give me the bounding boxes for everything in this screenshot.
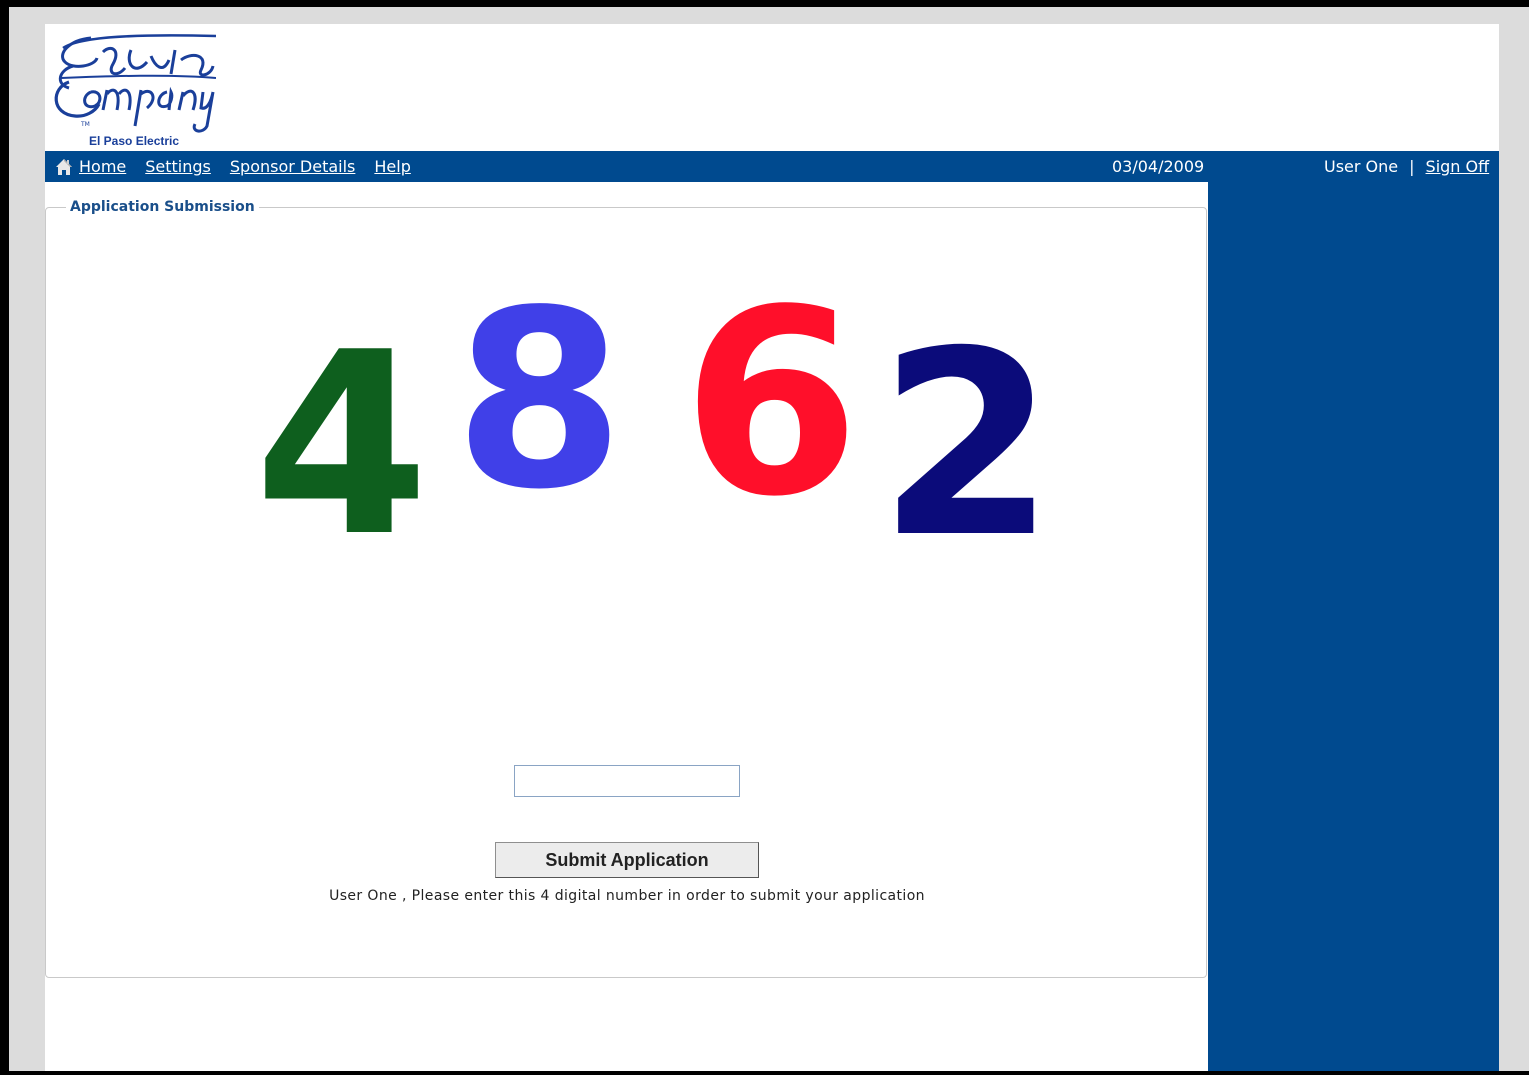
electric-company-logo[interactable]: TM El Paso Electric xyxy=(51,30,216,148)
window-frame-left xyxy=(0,0,9,1075)
page-gutter-right xyxy=(1499,7,1529,1071)
user-separator: | xyxy=(1409,157,1415,176)
right-sidebar xyxy=(1208,182,1499,1071)
nav-link-sponsor-details[interactable]: Sponsor Details xyxy=(230,157,356,177)
page-gutter-left xyxy=(9,7,45,1071)
window-frame-top xyxy=(0,0,1529,7)
logo-caption: El Paso Electric xyxy=(89,134,180,148)
nav-links: Home Settings Sponsor Details Help xyxy=(55,157,430,177)
captcha-instruction: User One , Please enter this 4 digital n… xyxy=(329,888,925,904)
panel-legend: Application Submission xyxy=(66,199,259,215)
nav-link-settings[interactable]: Settings xyxy=(145,157,211,177)
nav-link-help[interactable]: Help xyxy=(374,157,410,177)
home-icon[interactable] xyxy=(55,158,73,176)
svg-text:TM: TM xyxy=(80,121,90,128)
user-area: User One | Sign Off xyxy=(1324,157,1489,177)
user-name: User One xyxy=(1324,157,1399,176)
page-container: TM El Paso Electric Home Settings Sponso… xyxy=(45,24,1499,1071)
page-gutter-top xyxy=(45,7,1499,24)
current-date: 03/04/2009 xyxy=(1112,157,1205,176)
top-nav-bar: Home Settings Sponsor Details Help 03/04… xyxy=(45,151,1499,182)
nav-link-home[interactable]: Home xyxy=(79,157,126,177)
sign-off-link[interactable]: Sign Off xyxy=(1426,157,1490,176)
logo-wordmark-icon: TM xyxy=(54,34,216,133)
submit-application-button[interactable]: Submit Application xyxy=(495,842,759,878)
window-frame-bottom xyxy=(0,1071,1529,1075)
captcha-input[interactable] xyxy=(514,765,740,797)
captcha-digit-2: 8 xyxy=(454,258,625,543)
captcha-digit-1: 4 xyxy=(254,299,430,592)
captcha-digit-3: 6 xyxy=(682,255,861,553)
captcha-digit-4: 2 xyxy=(878,297,1056,594)
